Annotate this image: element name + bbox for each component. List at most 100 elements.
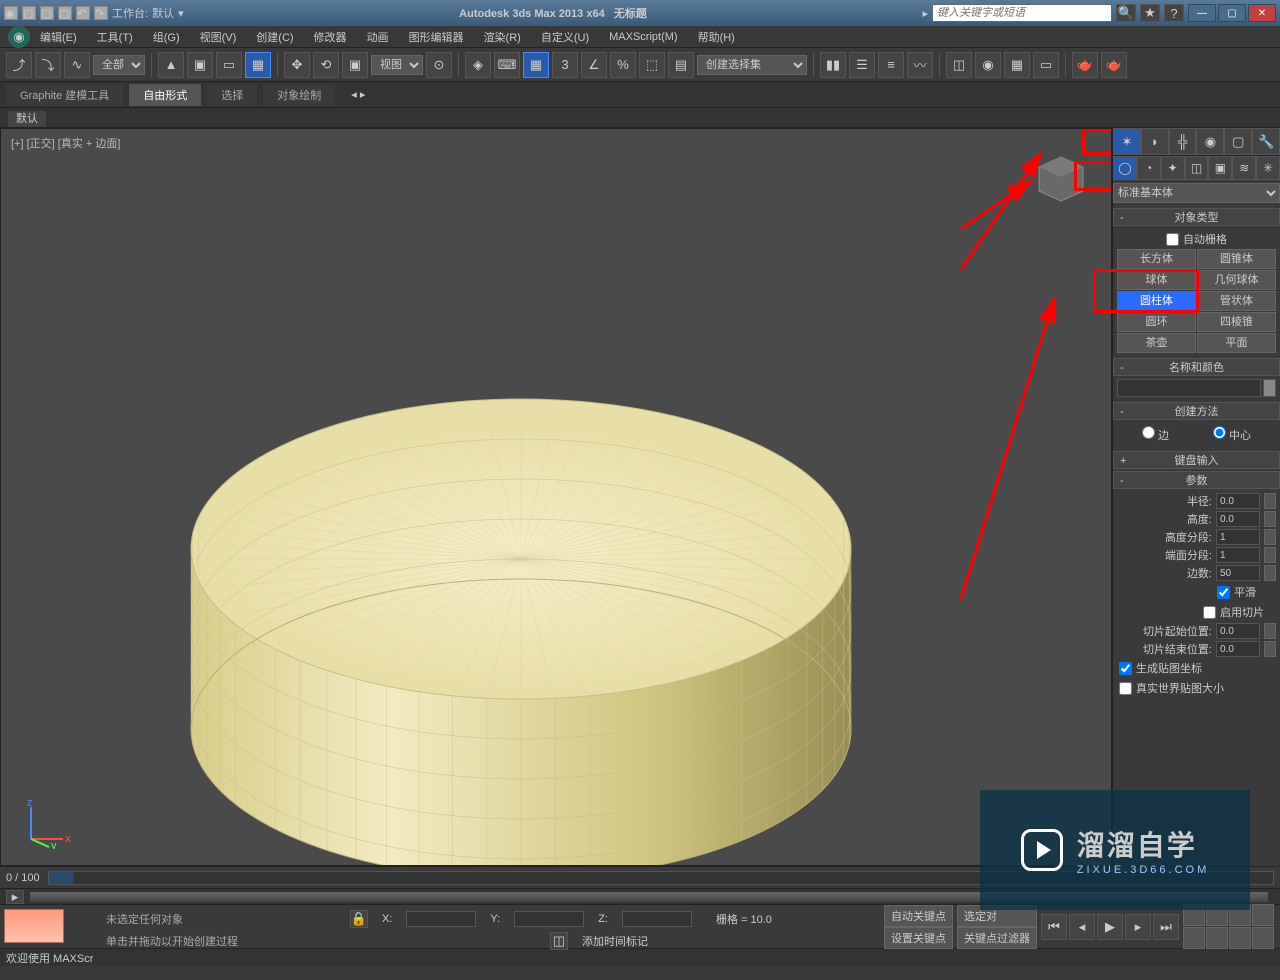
btn-geosphere[interactable]: 几何球体 [1197, 270, 1276, 290]
menu-views[interactable]: 视图(V) [190, 29, 247, 45]
trackbar-toggle-icon[interactable]: ▸ [6, 890, 24, 904]
color-swatch[interactable] [1263, 379, 1276, 397]
gen-mapping-checkbox[interactable] [1119, 662, 1132, 675]
height-segs-input[interactable] [1216, 529, 1260, 545]
slice-to-input[interactable] [1216, 641, 1260, 657]
ref-coord[interactable]: 视图 [371, 55, 423, 75]
rollout-parameters[interactable]: 参数 [1113, 471, 1280, 489]
render-setup-icon[interactable]: ▦ [1004, 52, 1030, 78]
shapes-icon[interactable]: ◔ [1137, 156, 1161, 180]
snap3-icon[interactable]: 3 [552, 52, 578, 78]
add-time-tag[interactable]: 添加时间标记 [582, 933, 648, 949]
maximize-button[interactable]: ▢ [1218, 4, 1246, 22]
prev-frame-icon[interactable]: ◂ [1069, 914, 1095, 940]
schematic-icon[interactable]: ◫ [946, 52, 972, 78]
modify-tab-icon[interactable]: ◗ [1141, 128, 1169, 155]
pivot-icon[interactable]: ⊙ [426, 52, 452, 78]
script-listener[interactable] [4, 909, 64, 943]
play-icon[interactable]: ▶ [1097, 914, 1123, 940]
select-name-icon[interactable]: ▣ [187, 52, 213, 78]
coord-x-input[interactable] [406, 911, 476, 927]
btn-box[interactable]: 长方体 [1117, 249, 1196, 269]
viewcube[interactable] [1031, 149, 1091, 209]
pan-icon[interactable] [1206, 927, 1228, 949]
btn-pyramid[interactable]: 四棱锥 [1197, 312, 1276, 332]
btn-cone[interactable]: 圆锥体 [1197, 249, 1276, 269]
menu-animation[interactable]: 动画 [357, 29, 399, 45]
slice-on-checkbox[interactable] [1203, 606, 1216, 619]
link-icon[interactable]: ⤴ [6, 52, 32, 78]
rollout-creation-method[interactable]: 创建方法 [1113, 402, 1280, 420]
btn-sphere[interactable]: 球体 [1117, 270, 1196, 290]
star-icon[interactable]: ★ [1140, 4, 1160, 22]
mirror-icon[interactable]: ▮▮ [820, 52, 846, 78]
tab-graphite[interactable]: Graphite 建模工具 [6, 84, 123, 106]
ribbon-preset[interactable]: 默认 [8, 111, 46, 127]
lock-icon[interactable]: 🔒 [350, 910, 368, 928]
keyfilter-button[interactable]: 关键点过滤器 [957, 927, 1037, 949]
viewport-label[interactable]: [+] [正交] [真实 + 边面] [11, 135, 120, 151]
qat-redo-icon[interactable]: ↷ [94, 6, 108, 20]
viewport[interactable]: [+] [正交] [真实 + 边面] z [0, 128, 1112, 866]
utilities-tab-icon[interactable]: 🔧 [1252, 128, 1280, 155]
menu-help[interactable]: 帮助(H) [688, 29, 745, 45]
create-tab-icon[interactable]: ✶ [1113, 128, 1141, 155]
motion-tab-icon[interactable]: ◉ [1196, 128, 1224, 155]
height-input[interactable] [1216, 511, 1260, 527]
hierarchy-tab-icon[interactable]: ╬ [1169, 128, 1197, 155]
height-spinner[interactable] [1264, 511, 1276, 527]
infocenter-icon[interactable]: 🔍 [1116, 4, 1136, 22]
lights-icon[interactable]: ✦ [1161, 156, 1185, 180]
qat-undo-icon[interactable]: ↶ [76, 6, 90, 20]
realworld-checkbox[interactable] [1119, 682, 1132, 695]
systems-icon[interactable]: ✳ [1256, 156, 1280, 180]
helpers-icon[interactable]: ▣ [1208, 156, 1232, 180]
isolate-icon[interactable]: ◫ [550, 932, 568, 950]
sides-spinner[interactable] [1264, 565, 1276, 581]
help-icon[interactable]: ? [1164, 4, 1184, 22]
goto-end-icon[interactable]: ⏭ [1153, 914, 1179, 940]
zoom-extents-all-icon[interactable] [1252, 904, 1274, 926]
setkey-button[interactable]: 设置关键点 [884, 927, 953, 949]
percent-snap-icon[interactable]: % [610, 52, 636, 78]
select-icon[interactable]: ▲ [158, 52, 184, 78]
menu-group[interactable]: 组(G) [143, 29, 190, 45]
qat-new-icon[interactable]: ▢ [22, 6, 36, 20]
select-region-icon[interactable]: ▭ [216, 52, 242, 78]
close-button[interactable]: ✕ [1248, 4, 1276, 22]
coord-y-input[interactable] [514, 911, 584, 927]
snap-icon[interactable]: ▦ [523, 52, 549, 78]
goto-start-icon[interactable]: ⏮ [1041, 914, 1067, 940]
cameras-icon[interactable]: ◫ [1185, 156, 1209, 180]
angle-snap-icon[interactable]: ∠ [581, 52, 607, 78]
menu-tools[interactable]: 工具(T) [87, 29, 143, 45]
sides-input[interactable] [1216, 565, 1260, 581]
unlink-icon[interactable]: ⤵ [35, 52, 61, 78]
radius-spinner[interactable] [1264, 493, 1276, 509]
cseg-spinner[interactable] [1264, 547, 1276, 563]
move-icon[interactable]: ✥ [284, 52, 310, 78]
menu-customize[interactable]: 自定义(U) [531, 29, 599, 45]
hseg-spinner[interactable] [1264, 529, 1276, 545]
rollout-keyboard-entry[interactable]: 键盘输入 [1113, 451, 1280, 469]
btn-teapot[interactable]: 茶壶 [1117, 333, 1196, 353]
menu-grapheditors[interactable]: 图形编辑器 [399, 29, 474, 45]
app-menu-icon[interactable]: ◉ [8, 26, 30, 48]
coord-z-input[interactable] [622, 911, 692, 927]
cap-segs-input[interactable] [1216, 547, 1260, 563]
spacewarps-icon[interactable]: ≋ [1232, 156, 1256, 180]
fov-icon[interactable] [1183, 927, 1205, 949]
layers-icon[interactable]: ≡ [878, 52, 904, 78]
maximize-viewport-icon[interactable] [1252, 927, 1274, 949]
slice-from-input[interactable] [1216, 623, 1260, 639]
menu-maxscript[interactable]: MAXScript(M) [599, 31, 687, 43]
geometry-icon[interactable]: ◯ [1113, 156, 1137, 180]
qat-save-icon[interactable]: ▢ [58, 6, 72, 20]
curve-editor-icon[interactable]: 〰 [907, 52, 933, 78]
object-name-input[interactable] [1117, 379, 1261, 397]
align-icon[interactable]: ☰ [849, 52, 875, 78]
scale-icon[interactable]: ▣ [342, 52, 368, 78]
search-input[interactable] [932, 4, 1112, 22]
minimize-button[interactable]: — [1188, 4, 1216, 22]
display-tab-icon[interactable]: ▢ [1224, 128, 1252, 155]
